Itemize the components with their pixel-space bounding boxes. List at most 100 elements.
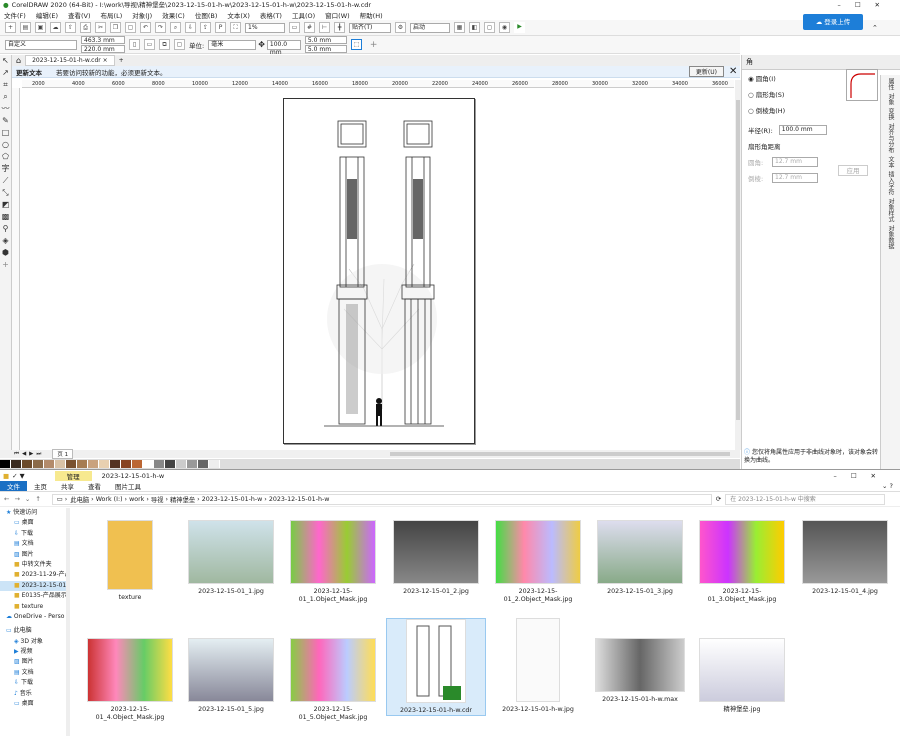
menu-view[interactable]: 查看(V): [68, 10, 91, 20]
color-swatch[interactable]: [132, 460, 143, 468]
ruler-icon[interactable]: ⊢: [319, 22, 330, 33]
file-item[interactable]: 2023-12-15-01-h-w.max: [590, 638, 690, 704]
preview-icon[interactable]: ◉: [499, 22, 510, 33]
color-swatch[interactable]: [198, 460, 209, 468]
shape-tool-icon[interactable]: ↗: [0, 67, 11, 79]
crumb-0[interactable]: 此电脑: [70, 495, 89, 504]
crumb-6[interactable]: 2023-12-15-01-h-w: [269, 496, 330, 503]
play-icon[interactable]: ▶: [514, 22, 525, 33]
unit-select[interactable]: 毫米: [208, 39, 257, 50]
color-swatch[interactable]: [99, 460, 110, 468]
page-width-field[interactable]: 463.3 mm: [81, 36, 125, 44]
all-pages-icon[interactable]: ⧉: [159, 39, 170, 50]
close-tab-icon[interactable]: ×: [103, 57, 108, 64]
add-tool-icon[interactable]: +: [0, 259, 11, 271]
file-item[interactable]: 2023-12-15-01_1.Object_Mask.jpg: [283, 520, 383, 604]
nav-item[interactable]: ⇩ 下载: [0, 529, 69, 539]
eyedropper-icon[interactable]: ⚲: [0, 223, 11, 235]
fullscreen-icon[interactable]: ⛶: [230, 22, 241, 33]
nav-item[interactable]: ▭ 桌面: [0, 518, 69, 528]
close-banner-icon[interactable]: ✕: [729, 66, 737, 77]
file-item[interactable]: 2023-12-15-01_3.Object_Mask.jpg: [692, 520, 792, 604]
color-swatch[interactable]: [33, 460, 44, 468]
edge2-field[interactable]: 12.7 mm: [772, 173, 818, 183]
file-item[interactable]: 2023-12-15-01_4.Object_Mask.jpg: [80, 638, 180, 722]
freehand-tool-icon[interactable]: 〰: [0, 103, 11, 115]
nav-item[interactable]: ▨ 图片: [0, 657, 69, 667]
copy-icon[interactable]: ❐: [110, 22, 121, 33]
file-item[interactable]: 2023-12-15-01_2.Object_Mask.jpg: [488, 520, 588, 604]
page-nav-arrows[interactable]: ⏮◀▶⏭: [14, 451, 44, 458]
menu-table[interactable]: 表格(T): [260, 10, 282, 20]
color-swatch[interactable]: [165, 460, 176, 468]
scroll-thumb[interactable]: [736, 100, 740, 420]
crumb-1[interactable]: Work (I:): [96, 496, 123, 503]
tab-insert-char[interactable]: 插入字符: [886, 171, 895, 195]
color-swatch[interactable]: [209, 460, 220, 468]
file-item[interactable]: texture: [80, 520, 180, 602]
color-swatch[interactable]: [44, 460, 55, 468]
cloud-upload-icon[interactable]: ⇧: [65, 22, 76, 33]
nav-item[interactable]: ■ 中转文件夹: [0, 560, 69, 570]
shadow-tool-icon[interactable]: ◩: [0, 199, 11, 211]
ribbon-home[interactable]: 主页: [27, 481, 54, 491]
wireframe-icon[interactable]: ◻: [484, 22, 495, 33]
nudge-field[interactable]: 100.0 mm: [266, 39, 301, 56]
color-swatch[interactable]: [110, 460, 121, 468]
current-page-icon[interactable]: ▢: [174, 39, 185, 50]
color-swatch[interactable]: [121, 460, 132, 468]
color-swatch[interactable]: [77, 460, 88, 468]
menu-object[interactable]: 对象(J): [132, 10, 152, 20]
nav-item[interactable]: ▭ 此电脑: [0, 626, 69, 636]
nav-item[interactable]: ▨ 图片: [0, 550, 69, 560]
tab-align[interactable]: 对齐与分布: [886, 123, 895, 153]
ribbon-view[interactable]: 查看: [81, 481, 108, 491]
ribbon-picture-tools[interactable]: 图片工具: [108, 481, 148, 491]
transparency-tool-icon[interactable]: ▩: [0, 211, 11, 223]
smart-fill-icon[interactable]: ⬢: [0, 247, 11, 259]
add-icon[interactable]: +: [370, 40, 378, 50]
nav-arrows[interactable]: ←→⌄↑: [4, 495, 46, 503]
zoom-tool-icon[interactable]: ⌕: [0, 91, 11, 103]
menu-file[interactable]: 文件(F): [4, 10, 26, 20]
connector-tool-icon[interactable]: ⤡: [0, 187, 11, 199]
search-box[interactable]: 在 2023-12-15-01-h-w 中搜索: [725, 493, 886, 505]
nav-item[interactable]: ▤ 文档: [0, 539, 69, 549]
tab-properties[interactable]: 属性: [886, 78, 895, 90]
menu-help[interactable]: 帮助(H): [360, 10, 383, 20]
tab-object-data[interactable]: 对象数据: [886, 225, 895, 249]
color-swatch[interactable]: [187, 460, 198, 468]
ribbon-file[interactable]: 文件: [0, 481, 27, 491]
nav-item[interactable]: ▤ 文档: [0, 668, 69, 678]
grid-icon[interactable]: #: [304, 22, 315, 33]
crumb-2[interactable]: work: [129, 496, 144, 503]
color-swatch[interactable]: [143, 460, 154, 468]
nav-item[interactable]: ■ 2023-11-29-产品: [0, 570, 69, 580]
edge1-field[interactable]: 12.7 mm: [772, 157, 818, 167]
nav-item[interactable]: ■ 2023-12-15-01: [0, 580, 69, 592]
login-upload-button[interactable]: ☁ 登录上传: [803, 14, 863, 30]
apply-button[interactable]: 应用: [838, 165, 868, 176]
new-icon[interactable]: +: [5, 22, 16, 33]
radius-field[interactable]: 100.0 mm: [778, 125, 827, 135]
full-view-icon[interactable]: ▭: [289, 22, 300, 33]
nav-item[interactable]: ♪ 音乐: [0, 689, 69, 699]
file-item[interactable]: 2023-12-15-01-h-w.jpg: [488, 618, 588, 714]
document-page[interactable]: [283, 98, 475, 444]
palette-icon[interactable]: ◧: [469, 22, 480, 33]
crop-tool-icon[interactable]: ⌗: [0, 79, 11, 91]
color-swatch[interactable]: [0, 460, 11, 468]
new-tab-icon[interactable]: +: [119, 57, 124, 64]
nav-item[interactable]: ☁ OneDrive - Perso: [0, 612, 69, 622]
quick-access-toolbar[interactable]: ✓ ▼: [12, 472, 25, 480]
nav-scrollbar[interactable]: [66, 508, 70, 736]
explorer-window-controls[interactable]: –☐✕: [833, 472, 900, 480]
nav-item[interactable]: ★ 快速访问: [0, 508, 69, 518]
snap-to-dropdown[interactable]: 贴齐(T): [349, 22, 391, 33]
file-item[interactable]: 精神堡垒.jpg: [692, 638, 792, 714]
rectangle-tool-icon[interactable]: □: [0, 127, 11, 139]
file-item[interactable]: 2023-12-15-01-h-w.cdr: [386, 618, 486, 716]
color-swatch[interactable]: [176, 460, 187, 468]
color-palette[interactable]: [0, 459, 740, 469]
tab-objects[interactable]: 对象: [886, 93, 895, 105]
